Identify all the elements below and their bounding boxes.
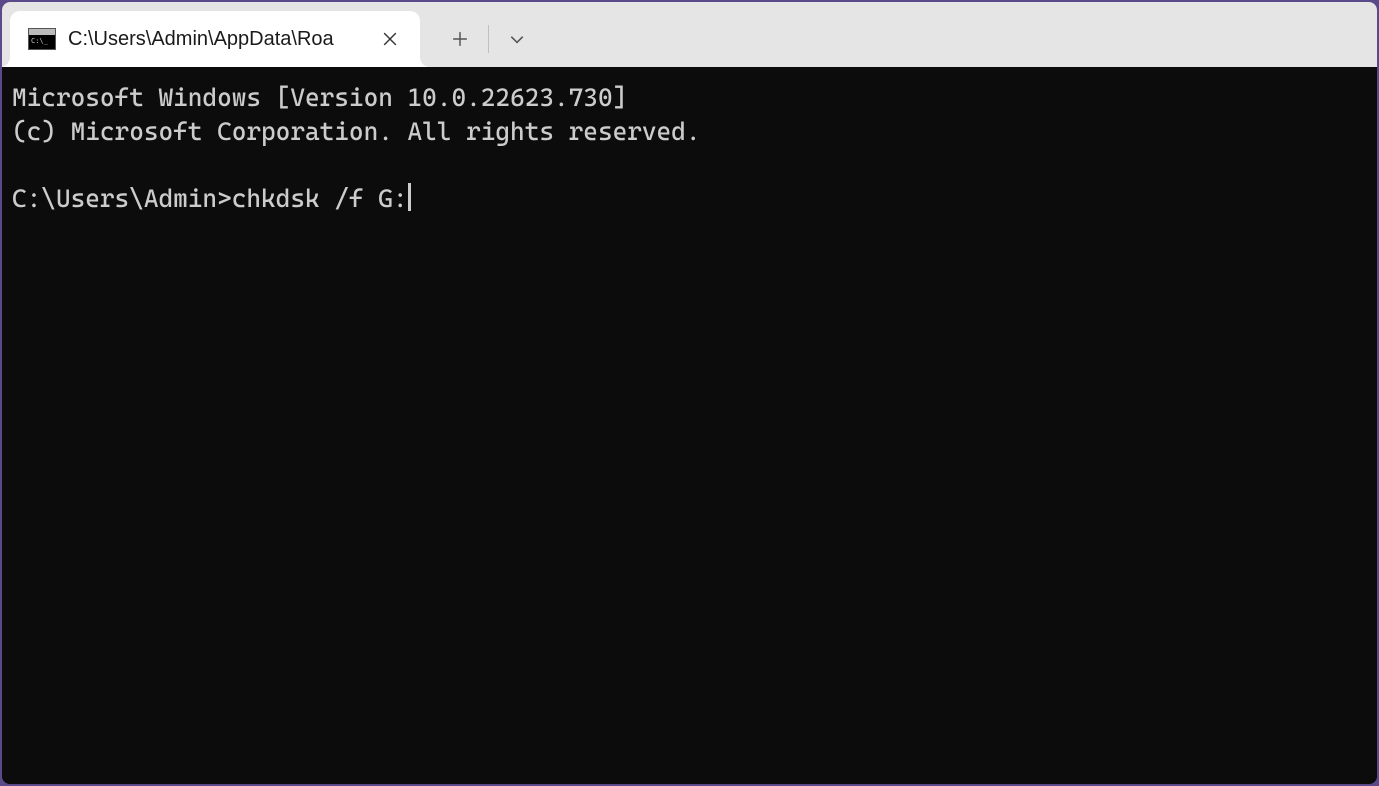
divider	[488, 25, 489, 53]
tab-dropdown-button[interactable]	[493, 19, 541, 59]
terminal-output[interactable]: Microsoft Windows [Version 10.0.22623.73…	[2, 67, 1377, 784]
plus-icon	[452, 31, 468, 47]
titlebar: C:\Users\Admin\AppData\Roa	[2, 2, 1377, 67]
new-tab-button[interactable]	[436, 19, 484, 59]
chevron-down-icon	[509, 31, 525, 47]
close-tab-button[interactable]	[374, 23, 406, 55]
terminal-window: C:\Users\Admin\AppData\Roa Microsoft Win…	[2, 2, 1377, 784]
typed-command: chkdsk /f G:	[232, 184, 408, 213]
titlebar-actions	[436, 11, 541, 67]
cmd-icon	[28, 28, 56, 50]
tab-title: C:\Users\Admin\AppData\Roa	[68, 28, 362, 51]
text-cursor	[408, 183, 411, 211]
version-line: Microsoft Windows [Version 10.0.22623.73…	[12, 83, 627, 112]
close-icon	[383, 32, 397, 46]
copyright-line: (c) Microsoft Corporation. All rights re…	[12, 117, 700, 146]
prompt-path: C:\Users\Admin>	[12, 184, 232, 213]
terminal-tab[interactable]: C:\Users\Admin\AppData\Roa	[10, 11, 420, 67]
